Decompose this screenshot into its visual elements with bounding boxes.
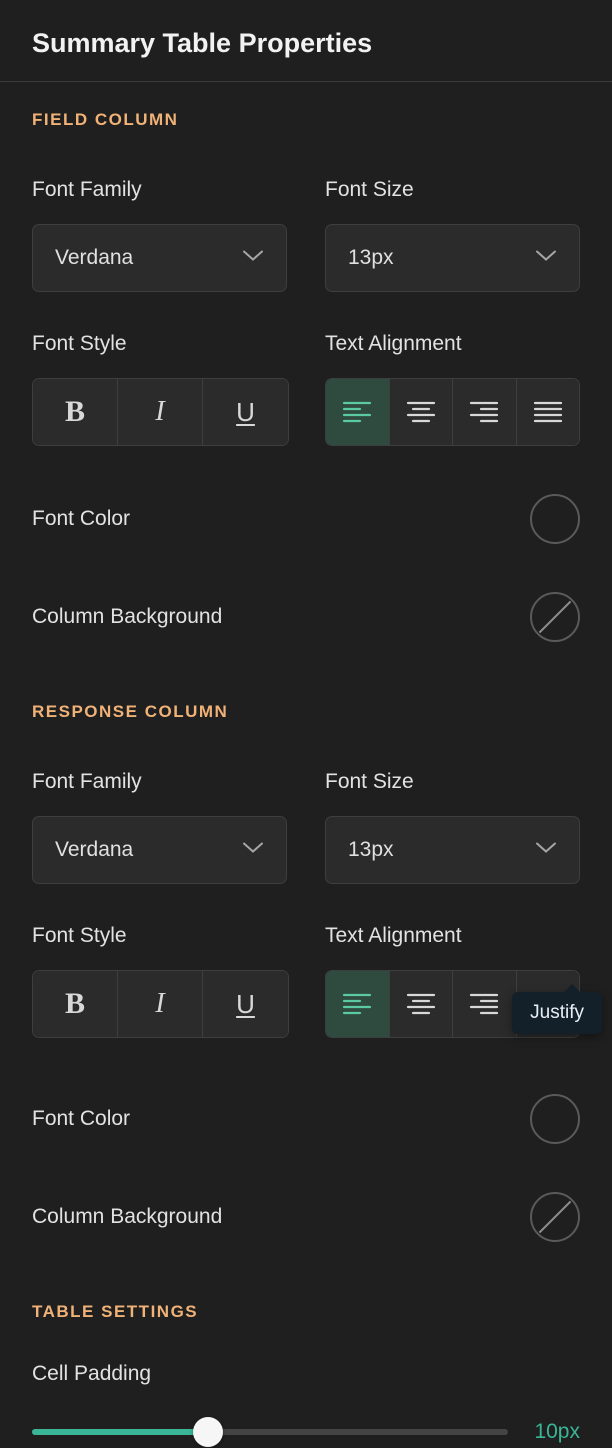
label-response-font-size: Font Size bbox=[325, 770, 580, 794]
slider-track bbox=[32, 1429, 508, 1435]
slider-fill bbox=[32, 1429, 208, 1435]
label-response-font-style: Font Style bbox=[32, 924, 287, 948]
align-justify-icon bbox=[533, 400, 563, 424]
select-value: 13px bbox=[348, 838, 394, 862]
label-field-column-bg: Column Background bbox=[32, 605, 222, 629]
swatch-response-font-color[interactable] bbox=[530, 1094, 580, 1144]
button-response-align-right[interactable] bbox=[453, 971, 517, 1037]
button-field-align-justify[interactable] bbox=[517, 379, 580, 445]
align-left-icon bbox=[342, 400, 372, 424]
label-field-text-alignment: Text Alignment bbox=[325, 332, 580, 356]
button-response-italic[interactable]: I bbox=[118, 971, 203, 1037]
swatch-field-font-color[interactable] bbox=[530, 494, 580, 544]
align-right-icon bbox=[469, 400, 499, 424]
chevron-down-icon bbox=[242, 249, 264, 268]
slider-cell-padding[interactable]: 10px bbox=[32, 1416, 580, 1448]
chevron-down-icon bbox=[242, 841, 264, 860]
select-field-font-family[interactable]: Verdana bbox=[32, 224, 287, 292]
swatch-field-column-bg[interactable] bbox=[530, 592, 580, 642]
button-response-align-left[interactable] bbox=[326, 971, 390, 1037]
label-cell-padding: Cell Padding bbox=[32, 1362, 580, 1386]
panel-header: Summary Table Properties bbox=[0, 0, 612, 82]
tooltip-text: Justify bbox=[530, 1002, 584, 1023]
button-field-italic[interactable]: I bbox=[118, 379, 203, 445]
button-field-align-center[interactable] bbox=[390, 379, 454, 445]
section-title-response: RESPONSE COLUMN bbox=[32, 702, 580, 722]
button-field-align-right[interactable] bbox=[453, 379, 517, 445]
button-field-align-left[interactable] bbox=[326, 379, 390, 445]
chevron-down-icon bbox=[535, 249, 557, 268]
tooltip-justify: Justify bbox=[512, 992, 602, 1034]
section-title-table: TABLE SETTINGS bbox=[32, 1302, 580, 1322]
italic-icon: I bbox=[155, 988, 164, 1020]
underline-icon: U bbox=[236, 989, 255, 1020]
label-field-font-family: Font Family bbox=[32, 178, 287, 202]
select-response-font-family[interactable]: Verdana bbox=[32, 816, 287, 884]
bold-icon: B bbox=[65, 395, 85, 429]
section-title-field: FIELD COLUMN bbox=[32, 110, 580, 130]
button-response-align-center[interactable] bbox=[390, 971, 454, 1037]
button-response-bold[interactable]: B bbox=[33, 971, 118, 1037]
chevron-down-icon bbox=[535, 841, 557, 860]
align-left-icon bbox=[342, 992, 372, 1016]
label-field-font-size: Font Size bbox=[325, 178, 580, 202]
panel-body: FIELD COLUMN Font Family Verdana Font Si… bbox=[0, 82, 612, 1448]
group-response-font-style: B I U bbox=[32, 970, 289, 1038]
label-response-font-color: Font Color bbox=[32, 1107, 130, 1131]
button-field-underline[interactable]: U bbox=[203, 379, 288, 445]
slider-value: 10px bbox=[526, 1420, 580, 1444]
italic-icon: I bbox=[155, 396, 164, 428]
underline-icon: U bbox=[236, 397, 255, 428]
group-field-text-alignment bbox=[325, 378, 580, 446]
align-center-icon bbox=[406, 992, 436, 1016]
label-field-font-color: Font Color bbox=[32, 507, 130, 531]
select-value: Verdana bbox=[55, 246, 133, 270]
label-response-text-alignment: Text Alignment bbox=[325, 924, 580, 948]
align-center-icon bbox=[406, 400, 436, 424]
group-field-font-style: B I U bbox=[32, 378, 289, 446]
bold-icon: B bbox=[65, 987, 85, 1021]
align-right-icon bbox=[469, 992, 499, 1016]
panel-title: Summary Table Properties bbox=[32, 28, 580, 59]
properties-panel: Summary Table Properties FIELD COLUMN Fo… bbox=[0, 0, 612, 1400]
select-response-font-size[interactable]: 13px bbox=[325, 816, 580, 884]
button-field-bold[interactable]: B bbox=[33, 379, 118, 445]
slider-thumb[interactable] bbox=[193, 1417, 223, 1447]
button-response-underline[interactable]: U bbox=[203, 971, 288, 1037]
select-value: Verdana bbox=[55, 838, 133, 862]
label-response-font-family: Font Family bbox=[32, 770, 287, 794]
select-field-font-size[interactable]: 13px bbox=[325, 224, 580, 292]
label-field-font-style: Font Style bbox=[32, 332, 287, 356]
swatch-response-column-bg[interactable] bbox=[530, 1192, 580, 1242]
select-value: 13px bbox=[348, 246, 394, 270]
label-response-column-bg: Column Background bbox=[32, 1205, 222, 1229]
